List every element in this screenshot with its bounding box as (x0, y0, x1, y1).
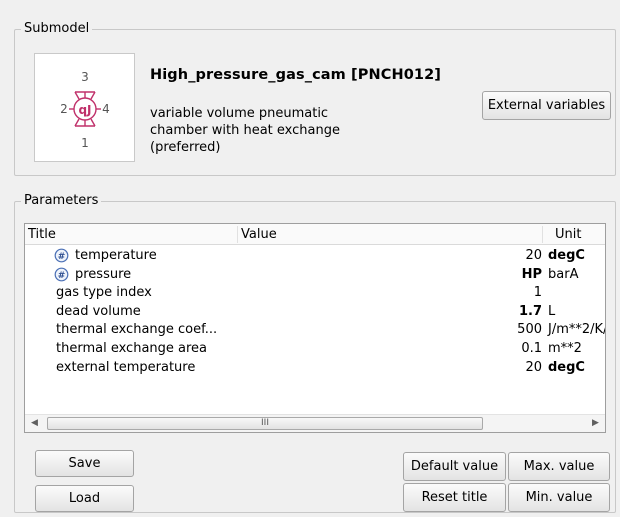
submodel-description-line: variable volume pneumatic (150, 106, 329, 121)
submodel-group: Submodel qJ 3 2 4 1 High_pressure_gas_ca… (14, 21, 616, 176)
parameter-unit: degC (548, 248, 585, 263)
parameter-value[interactable]: 500 (517, 322, 542, 337)
port-label-bottom: 1 (81, 136, 89, 150)
table-row[interactable]: external temperature 20 degC (25, 359, 605, 378)
table-row[interactable]: thermal exchange coef... 500 J/m**2/K/s (25, 321, 605, 340)
parameters-table[interactable]: Title Value Unit # temperature 20 degC # pres… (24, 223, 606, 433)
parameter-unit: m**2 (548, 341, 582, 356)
table-row[interactable]: dead volume 1.7 L (25, 303, 605, 322)
default-value-button[interactable]: Default value (403, 452, 506, 481)
parameter-unit: L (548, 303, 556, 319)
svg-text:#: # (58, 252, 66, 262)
parameter-title: external temperature (56, 359, 196, 375)
column-divider[interactable] (542, 226, 543, 243)
reset-title-button[interactable]: Reset title (403, 483, 506, 512)
parameter-value[interactable]: 20 (525, 248, 542, 263)
submodel-name: High_pressure_gas_cam [PNCH012] (150, 67, 441, 83)
submodel-description-line: (preferred) (150, 140, 221, 155)
submodel-description-line: chamber with heat exchange (150, 123, 340, 138)
port-label-top: 3 (81, 70, 89, 84)
port-label-right: 4 (102, 102, 110, 116)
column-header-value[interactable]: Value (241, 227, 277, 242)
parameter-value[interactable]: HP (522, 267, 542, 282)
table-row[interactable]: # pressure HP barA (25, 266, 605, 285)
port-label-left: 2 (60, 102, 68, 116)
submodel-group-label: Submodel (21, 21, 93, 36)
parameter-value[interactable]: 0.1 (521, 341, 542, 356)
column-header-unit[interactable]: Unit (555, 227, 581, 242)
table-row[interactable]: gas type index 1 (25, 284, 605, 303)
pneumatic-chamber-icon: qJ 3 2 4 1 (60, 70, 110, 150)
parameter-value[interactable]: 1.7 (519, 304, 542, 319)
column-header-title[interactable]: Title (28, 227, 56, 242)
parameter-unit: barA (548, 266, 579, 282)
table-header: Title Value Unit (25, 224, 605, 245)
save-button[interactable]: Save (35, 450, 134, 477)
table-row[interactable]: # temperature 20 degC (25, 247, 605, 266)
symbol-center-label: qJ (78, 103, 91, 117)
external-variables-button[interactable]: External variables (482, 91, 611, 120)
scroll-left-icon[interactable]: ◀ (26, 415, 43, 432)
svg-text:#: # (58, 271, 66, 281)
load-button[interactable]: Load (35, 485, 134, 512)
parameters-group-label: Parameters (21, 193, 102, 208)
parameter-title: gas type index (56, 285, 152, 301)
scrollbar-thumb[interactable]: III (47, 417, 483, 430)
hash-icon: # (54, 248, 69, 263)
column-divider[interactable] (237, 226, 238, 243)
max-value-button[interactable]: Max. value (508, 452, 610, 481)
scroll-right-icon[interactable]: ▶ (587, 415, 604, 432)
submodel-symbol: qJ 3 2 4 1 (34, 53, 135, 162)
parameter-unit: J/m**2/K/s (548, 322, 605, 338)
table-row[interactable]: thermal exchange area 0.1 m**2 (25, 340, 605, 359)
submodel-description: variable volume pneumatic chamber with h… (150, 105, 390, 156)
parameter-unit: degC (548, 359, 585, 375)
min-value-button[interactable]: Min. value (508, 483, 610, 512)
hash-icon: # (54, 267, 69, 281)
horizontal-scrollbar[interactable]: ◀ III ▶ (25, 414, 605, 432)
parameter-title: temperature (75, 248, 157, 263)
parameter-value[interactable]: 1 (534, 285, 542, 300)
parameter-title: thermal exchange coef... (56, 322, 218, 338)
parameter-title: pressure (75, 266, 132, 282)
parameter-title: thermal exchange area (56, 341, 208, 356)
parameters-group: Parameters Title Value Unit # temperature… (14, 193, 616, 513)
parameter-value[interactable]: 20 (525, 360, 542, 375)
parameter-title: dead volume (56, 303, 141, 319)
